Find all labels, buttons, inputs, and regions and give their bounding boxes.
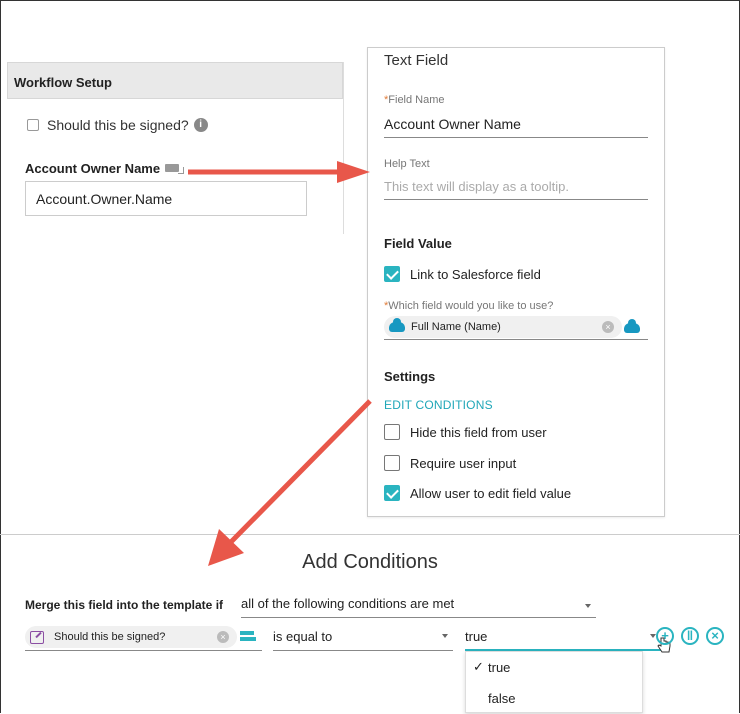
account-owner-name-label: Account Owner Name [25, 161, 185, 176]
settings-heading: Settings [384, 369, 436, 384]
dropdown-option-true[interactable]: true [466, 652, 642, 683]
field-value-heading: Field Value [384, 236, 452, 251]
workflow-setup-header: Workflow Setup [7, 62, 343, 99]
match-mode-value: all of the following conditions are met [241, 596, 455, 611]
link-salesforce-row[interactable]: Link to Salesforce field [384, 266, 541, 282]
should-be-signed-row[interactable]: Should this be signed? i [27, 117, 208, 133]
salesforce-cloud-icon[interactable] [624, 319, 640, 333]
salesforce-field-select[interactable]: Full Name (Name) × [384, 316, 648, 340]
chevron-down-icon [442, 634, 448, 638]
clear-icon[interactable]: × [602, 321, 614, 333]
merge-field-icon[interactable] [240, 631, 260, 643]
which-field-label: *Which field would you like to use? [384, 300, 554, 312]
value-dropdown-menu: true false [465, 651, 643, 713]
allow-edit-row[interactable]: Allow user to edit field value [384, 485, 571, 501]
text-field-title: Text Field [384, 52, 449, 69]
section-divider [0, 534, 740, 535]
account-owner-name-input[interactable]: Account.Owner.Name [25, 181, 307, 216]
edit-icon [30, 630, 44, 644]
group-icon[interactable]: ‖ [681, 627, 699, 645]
operator-value: is equal to [273, 629, 333, 644]
field-name-input[interactable]: Account Owner Name [384, 116, 648, 138]
value-select[interactable]: true [465, 626, 661, 651]
text-field-panel: Text Field *Field Name Account Owner Nam… [367, 47, 665, 517]
field-icon[interactable] [165, 163, 185, 174]
condition-field-underline [25, 650, 262, 651]
help-text-label: Help Text [384, 158, 430, 170]
merge-condition-label: Merge this field into the template if [25, 598, 224, 612]
add-conditions-title: Add Conditions [302, 551, 438, 573]
link-salesforce-checkbox[interactable] [384, 266, 400, 282]
account-owner-name-text: Account Owner Name [25, 161, 161, 176]
cloud-icon [389, 318, 405, 332]
selected-field-label: Full Name (Name) [411, 321, 501, 333]
hide-field-label: Hide this field from user [410, 424, 547, 440]
clear-icon[interactable]: × [217, 631, 229, 643]
info-icon[interactable]: i [193, 118, 208, 132]
field-name-label: *Field Name [384, 94, 445, 106]
hide-field-checkbox[interactable] [384, 424, 400, 440]
allow-edit-label: Allow user to edit field value [410, 485, 572, 501]
edit-conditions-link[interactable]: EDIT CONDITIONS [384, 398, 493, 412]
remove-icon[interactable]: × [706, 627, 724, 645]
condition-field-pill[interactable]: Should this be signed? × [25, 626, 237, 648]
condition-row: Should this be signed? × is equal to tru… [25, 626, 735, 653]
allow-edit-checkbox[interactable] [384, 485, 400, 501]
should-be-signed-checkbox[interactable] [27, 119, 39, 131]
require-input-row[interactable]: Require user input [384, 455, 516, 471]
condition-field-label: Should this be signed? [54, 631, 166, 643]
workflow-setup-panel: Workflow Setup Should this be signed? i … [7, 62, 344, 234]
dropdown-option-false[interactable]: false [466, 683, 642, 714]
selected-field-pill[interactable]: Full Name (Name) × [384, 316, 622, 338]
chevron-down-icon [585, 604, 591, 608]
operator-select[interactable]: is equal to [273, 626, 453, 651]
should-be-signed-label: Should this be signed? [47, 117, 189, 133]
link-salesforce-label: Link to Salesforce field [410, 266, 541, 282]
help-text-placeholder: This text will display as a tooltip. [384, 179, 569, 194]
value-selected: true [465, 629, 488, 644]
require-input-label: Require user input [410, 455, 517, 471]
match-mode-select[interactable]: all of the following conditions are met [241, 596, 596, 618]
hide-field-row[interactable]: Hide this field from user [384, 424, 547, 440]
help-text-input[interactable]: This text will display as a tooltip. [384, 178, 648, 200]
require-input-checkbox[interactable] [384, 455, 400, 471]
add-icon[interactable]: + [656, 627, 674, 645]
